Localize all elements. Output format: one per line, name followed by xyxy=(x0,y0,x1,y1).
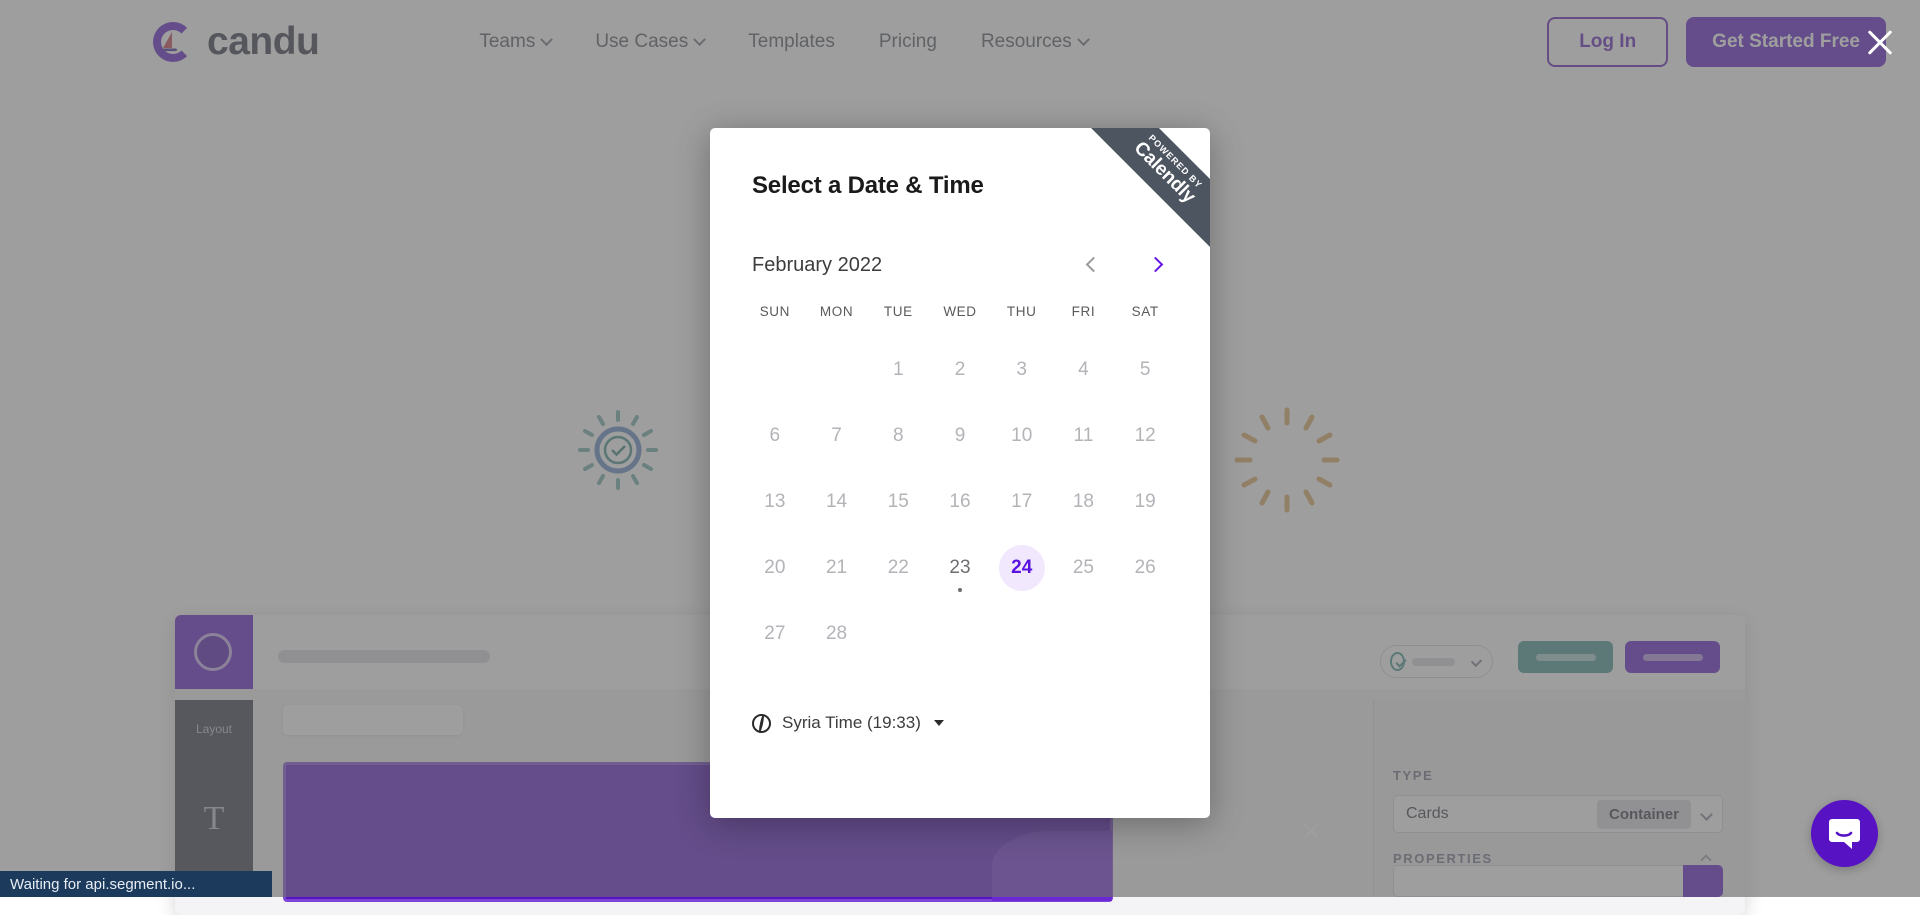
weekday-label: WED xyxy=(929,304,991,337)
calendar-week-row: 6789 10 11 12 xyxy=(744,403,1176,469)
calendar-day-cell[interactable]: 2 xyxy=(929,337,991,403)
calendar-week-row: 20 21 22 23 24 25 26 xyxy=(744,535,1176,601)
chevron-right-icon[interactable] xyxy=(1142,252,1168,278)
calendar-empty-cell xyxy=(806,337,868,403)
calendar-week-row: 12345 xyxy=(744,337,1176,403)
calendar-day-number[interactable]: 4 xyxy=(1060,347,1106,393)
calendar-day-cell[interactable]: 22 xyxy=(867,535,929,601)
calendar-day-cell[interactable]: 16 xyxy=(929,469,991,535)
calendar-day-number[interactable]: 1 xyxy=(875,347,921,393)
calendar-day-number[interactable]: 9 xyxy=(937,413,983,459)
calendar-day-number[interactable]: 11 xyxy=(1060,413,1106,459)
timezone-selector[interactable]: Syria Time (19:33) xyxy=(752,713,1210,733)
calendar-empty-cell xyxy=(1053,601,1115,667)
calendar-day-number[interactable]: 15 xyxy=(875,479,921,525)
calendar-day-number[interactable]: 19 xyxy=(1122,479,1168,525)
close-icon[interactable] xyxy=(1858,20,1902,64)
calendar-day-number[interactable]: 26 xyxy=(1122,545,1168,591)
weekday-label: FRI xyxy=(1053,304,1115,337)
calendar-day-cell[interactable]: 6 xyxy=(744,403,806,469)
calendar-week-row: 27 28 xyxy=(744,601,1176,667)
calendar-day-number[interactable]: 7 xyxy=(814,413,860,459)
calendar-day-cell[interactable]: 8 xyxy=(867,403,929,469)
calendar-day-cell[interactable]: 4 xyxy=(1053,337,1115,403)
calendar-day-number[interactable]: 12 xyxy=(1122,413,1168,459)
calendar-nav xyxy=(1080,252,1168,278)
weekday-label: MON xyxy=(806,304,868,337)
globe-icon xyxy=(752,714,771,733)
calendar-day-number[interactable]: 27 xyxy=(752,611,798,657)
calendar-month-label: February 2022 xyxy=(752,254,882,277)
calendar-day-number[interactable]: 20 xyxy=(752,545,798,591)
calendar-day-number[interactable]: 23 xyxy=(937,545,983,591)
weekday-label: SUN xyxy=(744,304,806,337)
calendar-day-cell[interactable]: 10 xyxy=(991,403,1053,469)
calendar-day-cell[interactable]: 5 xyxy=(1114,337,1176,403)
calendar-day-number[interactable]: 5 xyxy=(1122,347,1168,393)
calendar-empty-cell xyxy=(929,601,991,667)
calendar-day-cell[interactable]: 14 xyxy=(806,469,868,535)
chat-launcher-button[interactable] xyxy=(1811,800,1878,867)
calendar-day-cell[interactable]: 9 xyxy=(929,403,991,469)
calendar-day-number[interactable]: 25 xyxy=(1060,545,1106,591)
status-text: Waiting for api.segment.io... xyxy=(10,876,195,893)
calendar-day-cell[interactable]: 1 xyxy=(867,337,929,403)
calendar-weekday-row: SUN MON TUE WED THU FRI SAT xyxy=(744,304,1176,337)
calendar-day-number[interactable]: 13 xyxy=(752,479,798,525)
calendar-day-cell[interactable]: 18 xyxy=(1053,469,1115,535)
calendar-day-number[interactable]: 14 xyxy=(814,479,860,525)
browser-status-bar: Waiting for api.segment.io... xyxy=(0,871,272,897)
calendly-modal: POWERED BY Calendly Select a Date & Time… xyxy=(710,128,1210,818)
calendar-day-cell[interactable]: 12 xyxy=(1114,403,1176,469)
calendar-day-cell[interactable]: 11 xyxy=(1053,403,1115,469)
calendar-day-cell[interactable]: 28 xyxy=(806,601,868,667)
calendar-day-cell[interactable]: 23 xyxy=(929,535,991,601)
calendar-week-row: 13 14 15 16 17 18 19 xyxy=(744,469,1176,535)
calendar-day-number[interactable]: 10 xyxy=(999,413,1045,459)
weekday-label: TUE xyxy=(867,304,929,337)
calendar-day-cell[interactable]: 3 xyxy=(991,337,1053,403)
calendar-day-number[interactable]: 18 xyxy=(1060,479,1106,525)
calendar-day-cell[interactable]: 24 xyxy=(991,535,1053,601)
calendar-day-cell[interactable]: 7 xyxy=(806,403,868,469)
weekday-label: SAT xyxy=(1114,304,1176,337)
calendar-empty-cell xyxy=(991,601,1053,667)
calendar-day-cell[interactable]: 15 xyxy=(867,469,929,535)
calendar-day-number[interactable]: 6 xyxy=(752,413,798,459)
calendar-day-cell[interactable]: 19 xyxy=(1114,469,1176,535)
calendar-weeks: 1234567891011121314151617181920212223242… xyxy=(744,337,1176,667)
caret-down-icon xyxy=(934,720,944,726)
calendar-day-number[interactable]: 8 xyxy=(875,413,921,459)
calendar-day-cell[interactable]: 26 xyxy=(1114,535,1176,601)
calendar-day-cell[interactable]: 20 xyxy=(744,535,806,601)
chat-bubble-icon xyxy=(1811,800,1878,867)
calendar-day-cell[interactable]: 21 xyxy=(806,535,868,601)
calendar-day-number[interactable]: 3 xyxy=(999,347,1045,393)
calendar-empty-cell xyxy=(744,337,806,403)
calendar-day-number[interactable]: 28 xyxy=(814,611,860,657)
calendar-day-number[interactable]: 17 xyxy=(999,479,1045,525)
calendar-day-number[interactable]: 21 xyxy=(814,545,860,591)
chevron-left-icon[interactable] xyxy=(1080,252,1106,278)
calendar-day-number[interactable]: 22 xyxy=(875,545,921,591)
calendar-grid: SUN MON TUE WED THU FRI SAT 123456789101… xyxy=(744,304,1176,667)
calendar-empty-cell xyxy=(1114,601,1176,667)
calendar-day-cell[interactable]: 13 xyxy=(744,469,806,535)
calendar-day-selected[interactable]: 24 xyxy=(999,545,1045,591)
timezone-label: Syria Time (19:33) xyxy=(782,713,921,733)
calendar-header: February 2022 xyxy=(752,252,1168,278)
calendar-day-number[interactable]: 2 xyxy=(937,347,983,393)
calendar-day-number[interactable]: 16 xyxy=(937,479,983,525)
weekday-label: THU xyxy=(991,304,1053,337)
today-dot-icon xyxy=(958,588,962,592)
calendar-empty-cell xyxy=(867,601,929,667)
calendar-day-cell[interactable]: 17 xyxy=(991,469,1053,535)
calendar-day-cell[interactable]: 27 xyxy=(744,601,806,667)
calendar-day-cell[interactable]: 25 xyxy=(1053,535,1115,601)
